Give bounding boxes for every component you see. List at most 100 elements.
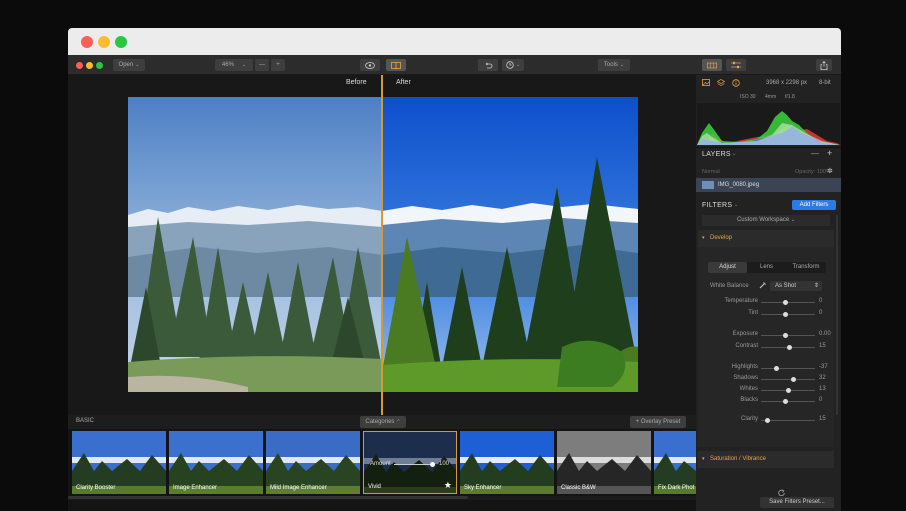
layer-row[interactable]: IMG_0080.jpeg: [696, 178, 841, 192]
slider-label: Tint: [748, 310, 758, 316]
open-button[interactable]: Open ⌄: [113, 59, 145, 71]
aperture-value: f/1.8: [785, 94, 795, 100]
image-icon[interactable]: [702, 79, 710, 86]
preset-name: Clarity Booster: [76, 485, 116, 491]
slider-knob[interactable]: [785, 388, 791, 393]
inner-zoom-button[interactable]: [96, 62, 103, 69]
preset-scrollbar-thumb[interactable]: [68, 496, 468, 499]
image-canvas[interactable]: Before After: [68, 75, 696, 415]
slider-value[interactable]: 15: [819, 343, 826, 349]
preset-thumb[interactable]: Clarity Booster: [72, 431, 166, 494]
close-window-button[interactable]: [81, 36, 93, 48]
slider-track[interactable]: [761, 302, 815, 303]
tab-adjust[interactable]: Adjust: [708, 262, 747, 273]
add-filters-button[interactable]: Add Filters: [792, 200, 836, 210]
zoom-select[interactable]: 46% ⌄: [215, 59, 253, 71]
slider-row: Exposure 0.00: [696, 330, 841, 341]
reset-icon[interactable]: [778, 489, 785, 496]
remove-layer-button[interactable]: —: [811, 149, 819, 158]
preview-eye-button[interactable]: [360, 59, 380, 71]
slider-value[interactable]: 0: [819, 397, 822, 403]
clock-icon: [506, 61, 514, 69]
eyedropper-icon[interactable]: [759, 281, 767, 289]
slider-row: Tint 0: [696, 309, 841, 320]
develop-header[interactable]: ▾ Develop: [698, 230, 834, 247]
eye-icon: [365, 61, 375, 69]
slider-row: Contrast 15: [696, 342, 841, 353]
star-icon[interactable]: ★: [444, 480, 452, 491]
slider-knob[interactable]: [790, 377, 796, 382]
blend-mode-select[interactable]: Normal: [702, 169, 720, 175]
history-button[interactable]: ⌄: [502, 59, 524, 71]
white-balance-select[interactable]: As Shot ⇕: [770, 281, 822, 291]
slider-track[interactable]: [761, 379, 815, 380]
layers-title[interactable]: LAYERS: [702, 151, 731, 158]
preset-thumb[interactable]: Sky Enhancer: [460, 431, 554, 494]
adjust-button[interactable]: [726, 59, 746, 71]
slider-knob[interactable]: [786, 345, 792, 350]
workspace-select[interactable]: Custom Workspace ⌄: [702, 215, 830, 226]
tab-lens[interactable]: Lens: [747, 262, 786, 273]
preset-thumb[interactable]: Image Enhancer: [169, 431, 263, 494]
slider-value[interactable]: 0.00: [819, 331, 831, 337]
saturation-header[interactable]: ▾ Saturation / Vibrance: [698, 451, 834, 468]
zoom-in-button[interactable]: +: [271, 59, 285, 71]
tools-button[interactable]: Tools ⌄: [598, 59, 630, 71]
inner-close-button[interactable]: [76, 62, 83, 69]
chevron-down-icon: ▾: [702, 235, 705, 241]
slider-knob[interactable]: [782, 300, 788, 305]
amount-slider-knob[interactable]: [430, 462, 435, 467]
info-icon[interactable]: [732, 79, 740, 87]
toolbar: Open ⌄ 46% ⌄ — + ⌄ Tools ⌄: [68, 55, 841, 75]
minimize-window-button[interactable]: [98, 36, 110, 48]
preset-thumb[interactable]: Fix Dark Phot: [654, 431, 696, 494]
slider-value[interactable]: 0: [819, 310, 822, 316]
preset-thumb[interactable]: Classic B&W: [557, 431, 651, 494]
overlay-preset-label: + Overlay Preset: [635, 419, 681, 425]
slider-knob[interactable]: [773, 366, 779, 371]
amount-label: Amount: [370, 461, 391, 467]
inner-minimize-button[interactable]: [86, 62, 93, 69]
chevron-down-icon: ⌄: [734, 202, 739, 208]
opacity-field[interactable]: Opacity: 100%: [795, 169, 831, 175]
split-view-button[interactable]: [386, 59, 406, 71]
save-filters-preset-button[interactable]: Save Filters Preset...: [760, 497, 834, 508]
slider-value[interactable]: 0: [819, 298, 822, 304]
zoom-window-button[interactable]: [115, 36, 127, 48]
browse-button[interactable]: [702, 59, 722, 71]
slider-track[interactable]: [761, 368, 815, 369]
preset-thumb[interactable]: Mild Image Enhancer: [266, 431, 360, 494]
slider-knob[interactable]: [764, 418, 770, 423]
slider-knob[interactable]: [782, 333, 788, 338]
before-label: Before: [346, 79, 367, 86]
tab-transform[interactable]: Transform: [786, 262, 826, 273]
slider-knob[interactable]: [782, 312, 788, 317]
before-after-divider-handle[interactable]: [381, 75, 383, 415]
tools-label: Tools: [603, 62, 618, 68]
slider-knob[interactable]: [782, 399, 788, 404]
preset-name: Image Enhancer: [173, 485, 218, 491]
layers-stack-icon[interactable]: [717, 79, 725, 87]
add-layer-button[interactable]: +: [827, 148, 832, 158]
slider-value[interactable]: 13: [819, 386, 826, 392]
slider-value[interactable]: 15: [819, 416, 826, 422]
overlay-preset-button[interactable]: + Overlay Preset: [630, 416, 686, 428]
undo-button[interactable]: [478, 59, 498, 71]
share-button[interactable]: [816, 59, 832, 71]
app-window: Open ⌄ 46% ⌄ — + ⌄ Tools ⌄ Before After …: [68, 55, 841, 511]
slider-value[interactable]: -37: [819, 364, 828, 370]
filters-title[interactable]: FILTERS: [702, 202, 732, 209]
categories-button[interactable]: Categories ⌃: [360, 416, 406, 428]
slider-track[interactable]: [761, 401, 815, 402]
zoom-out-button[interactable]: —: [255, 59, 269, 71]
preset-scrollbar[interactable]: [68, 496, 696, 500]
focal-value: 4mm: [765, 94, 777, 100]
slider-track[interactable]: [761, 335, 815, 336]
bit-depth: 8-bit: [819, 80, 831, 86]
slider-value[interactable]: 32: [819, 375, 826, 381]
zoom-in-label: +: [276, 62, 280, 68]
amount-slider-track[interactable]: [394, 464, 434, 465]
preset-thumb-selected[interactable]: Amount 100 Vivid ★: [363, 431, 457, 494]
slider-track[interactable]: [761, 314, 815, 315]
gear-icon[interactable]: ✲: [827, 167, 833, 175]
